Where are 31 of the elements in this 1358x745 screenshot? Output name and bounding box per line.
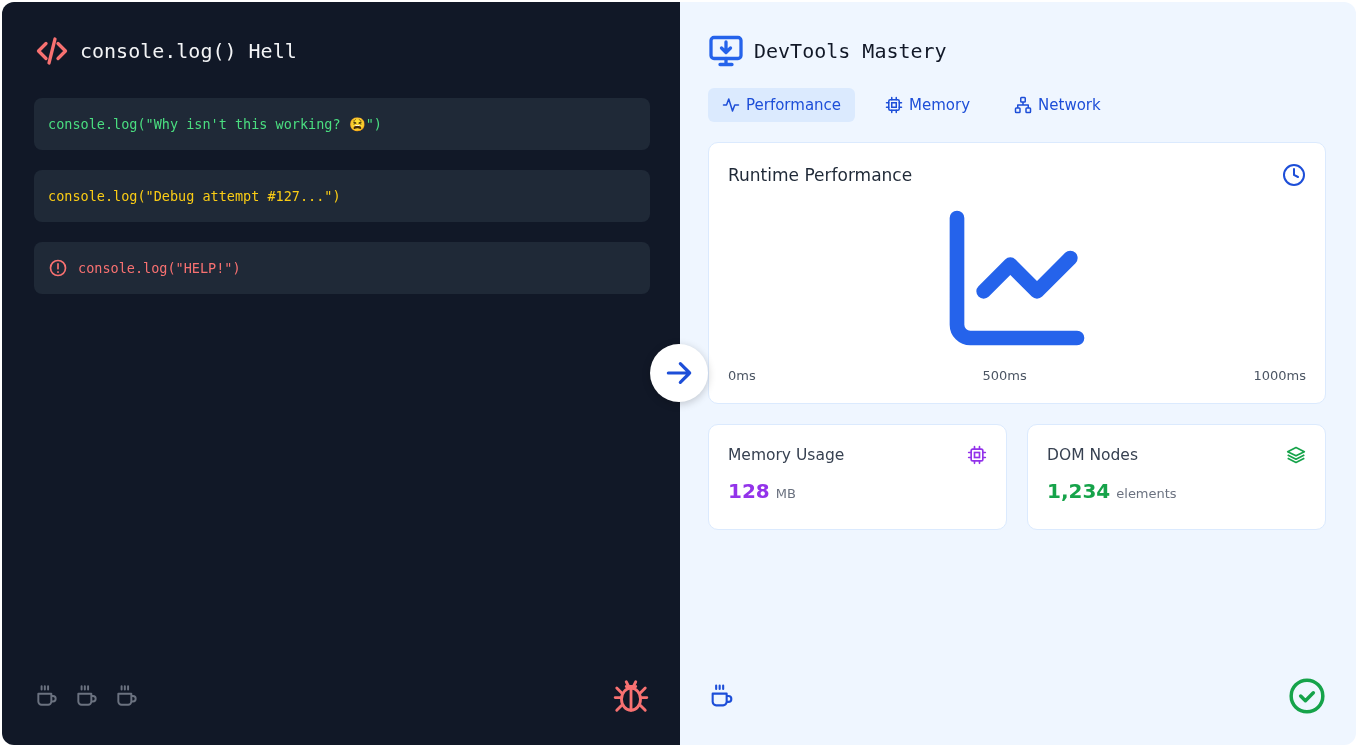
tab[interactable]: Memory [871, 88, 985, 122]
log-entry: console.log("Why isn't this working? 😫") [34, 98, 650, 150]
chip-icon [967, 445, 987, 465]
axis-label: 0ms [728, 368, 756, 383]
metric-unit: elements [1116, 486, 1177, 501]
layers-icon [1286, 445, 1306, 465]
clock-icon [1282, 163, 1306, 187]
check-circle-icon [1288, 677, 1326, 715]
log-entry: console.log("Debug attempt #127...") [34, 170, 650, 222]
coffee-cup-icon [74, 683, 100, 709]
network-icon [1014, 96, 1033, 114]
panel-title: console.log() Hell [80, 39, 297, 63]
metric-value: 1,234 [1047, 479, 1111, 503]
axis-label: 500ms [982, 368, 1027, 383]
tab[interactable]: Performance [708, 88, 856, 122]
chip-icon [885, 96, 904, 114]
bug-icon [612, 677, 650, 715]
coffee-cup-icon [34, 683, 60, 709]
metric-value: 128 [728, 479, 770, 503]
card-title: Runtime Performance [728, 165, 913, 185]
metric-title: Memory Usage [728, 446, 845, 464]
metric-unit: MB [775, 486, 796, 501]
monitor-icon [708, 33, 744, 69]
metric-title: DOM Nodes [1047, 446, 1138, 464]
alert-icon [48, 258, 68, 278]
axis-label: 1000ms [1253, 368, 1306, 383]
panel-title: DevTools Mastery [754, 39, 947, 63]
coffee-cup-icon [114, 683, 140, 709]
pulse-icon [722, 96, 740, 114]
tab[interactable]: Network [1000, 88, 1115, 122]
log-entry: console.log("HELP!") [34, 242, 650, 294]
